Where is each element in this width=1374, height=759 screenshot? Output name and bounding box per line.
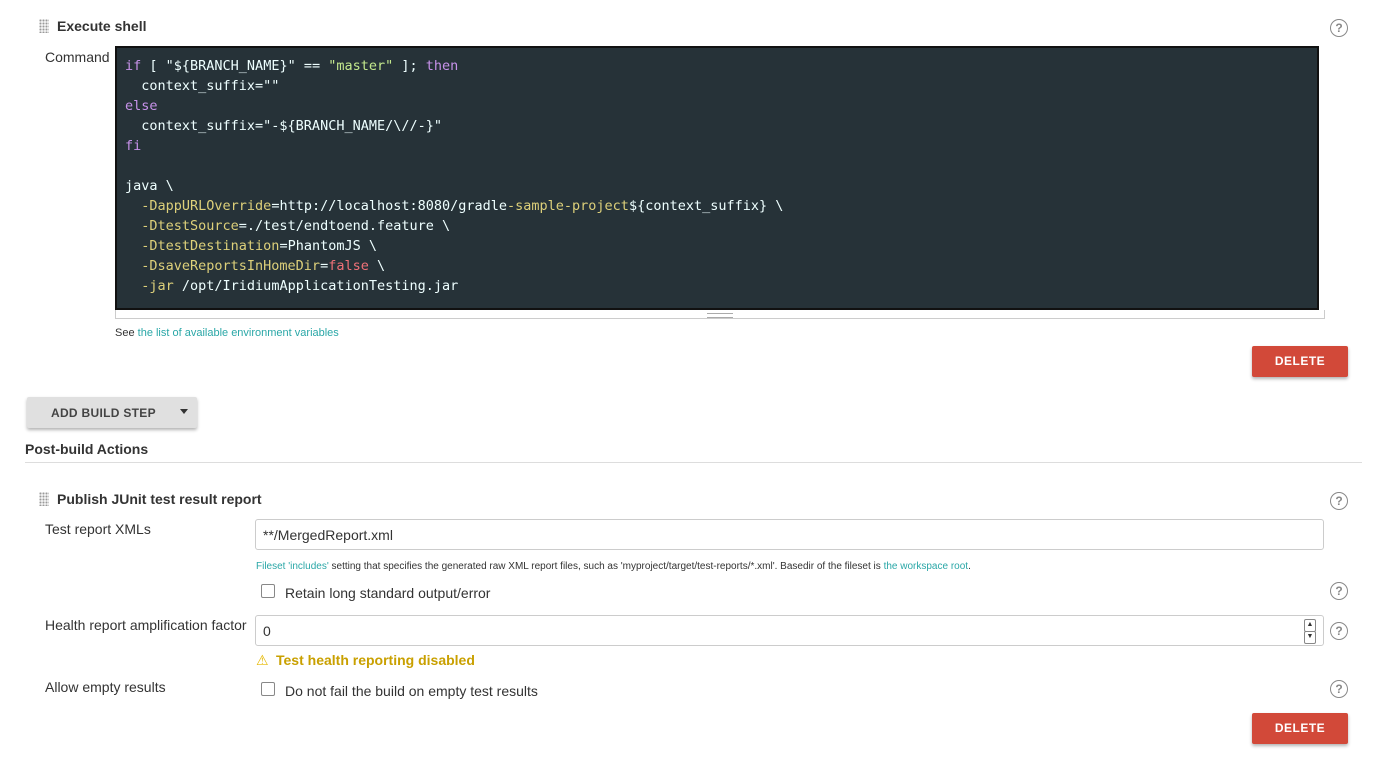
- allow-empty-cb-label: Do not fail the build on empty test resu…: [285, 683, 538, 699]
- code-token: "master": [328, 58, 394, 74]
- hint-end: .: [968, 561, 971, 572]
- code-line: fi: [117, 136, 1317, 156]
- code-token: ];: [393, 58, 426, 74]
- warning-icon: ⚠: [256, 652, 269, 668]
- code-token: ==: [295, 58, 329, 74]
- code-token: java \: [125, 178, 174, 194]
- divider: [25, 462, 1362, 463]
- allow-empty-label: Allow empty results: [45, 679, 166, 695]
- code-token: -DtestSource: [125, 218, 239, 234]
- code-line: context_suffix="-${BRANCH_NAME/\//-}": [117, 116, 1317, 136]
- code-token: [: [141, 58, 166, 74]
- code-line: context_suffix="": [117, 76, 1317, 96]
- test-report-xmls-input[interactable]: **/MergedReport.xml: [255, 519, 1324, 550]
- code-token: -DsaveReportsInHomeDir: [125, 258, 321, 274]
- health-warning: Test health reporting disabled: [276, 652, 475, 668]
- code-token: false: [328, 258, 369, 274]
- drag-handle-icon[interactable]: [39, 19, 49, 33]
- help-icon[interactable]: ?: [1330, 582, 1348, 600]
- test-report-xmls-label: Test report XMLs: [45, 521, 151, 537]
- execute-shell-title: Execute shell: [57, 18, 147, 34]
- delete-shell-step-button[interactable]: DELETE: [1252, 346, 1348, 377]
- code-line: -DtestDestination=PhantomJS \: [117, 236, 1317, 256]
- code-line: -jar /opt/IridiumApplicationTesting.jar: [117, 276, 1317, 296]
- code-token: "${BRANCH_NAME}": [165, 58, 296, 74]
- command-label: Command: [45, 49, 110, 65]
- editor-resize-handle[interactable]: [115, 310, 1325, 319]
- code-token: /opt/IridiumApplicationTesting.jar: [173, 278, 459, 294]
- drag-handle-icon[interactable]: [39, 492, 49, 506]
- code-line: java \: [117, 176, 1317, 196]
- code-line: -DtestSource=./test/endtoend.feature \: [117, 216, 1317, 236]
- code-token: =: [320, 258, 329, 274]
- code-token: fi: [125, 138, 142, 154]
- code-token: =PhantomJS \: [279, 238, 377, 254]
- health-factor-input[interactable]: 0: [255, 615, 1324, 646]
- fileset-hint: Fileset 'includes' setting that specifie…: [256, 561, 971, 572]
- help-icon[interactable]: ?: [1330, 680, 1348, 698]
- help-icon[interactable]: ?: [1330, 492, 1348, 510]
- code-token: context_suffix="": [125, 78, 280, 94]
- delete-junit-button[interactable]: DELETE: [1252, 713, 1348, 744]
- code-line: else: [117, 96, 1317, 116]
- code-token: if: [125, 58, 142, 74]
- spinner-down-icon[interactable]: ▼: [1304, 631, 1316, 644]
- code-line: if [ "${BRANCH_NAME}" == "master" ]; the…: [117, 56, 1317, 76]
- see-prefix: See: [115, 327, 135, 339]
- command-editor[interactable]: if [ "${BRANCH_NAME}" == "master" ]; the…: [115, 46, 1319, 310]
- code-token: -DappURLOverride: [125, 198, 272, 214]
- fileset-includes-link[interactable]: Fileset 'includes': [256, 561, 329, 572]
- health-factor-label: Health report amplification factor: [45, 617, 247, 633]
- code-token: then: [425, 58, 459, 74]
- junit-title: Publish JUnit test result report: [57, 491, 262, 507]
- code-token: ${context_suffix} \: [628, 198, 784, 214]
- code-token: =http://localhost:8080/gradle: [271, 198, 508, 214]
- hint-text: setting that specifies the generated raw…: [328, 561, 884, 572]
- workspace-root-link[interactable]: the workspace root: [884, 561, 969, 572]
- retain-output-checkbox[interactable]: [261, 584, 275, 598]
- code-token: else: [125, 98, 158, 114]
- caret-down-icon: [180, 409, 188, 414]
- code-token: context_suffix="-${BRANCH_NAME/\//-}": [125, 118, 442, 134]
- help-icon[interactable]: ?: [1330, 622, 1348, 640]
- code-token: -sample-project: [507, 198, 629, 214]
- post-build-title: Post-build Actions: [25, 441, 149, 457]
- env-vars-link[interactable]: the list of available environment variab…: [138, 327, 339, 339]
- code-token: \: [368, 258, 386, 274]
- code-line: -DappURLOverride=http://localhost:8080/g…: [117, 196, 1317, 216]
- add-build-step-label: ADD BUILD STEP: [51, 406, 156, 420]
- code-token: -DtestDestination: [125, 238, 280, 254]
- add-build-step-button[interactable]: ADD BUILD STEP: [27, 397, 197, 428]
- code-token: -jar: [125, 278, 174, 294]
- code-token: =./test/endtoend.feature \: [238, 218, 451, 234]
- allow-empty-checkbox[interactable]: [261, 682, 275, 696]
- help-icon[interactable]: ?: [1330, 19, 1348, 37]
- retain-output-label: Retain long standard output/error: [285, 585, 491, 601]
- code-line: -DsaveReportsInHomeDir=false \: [117, 256, 1317, 276]
- env-vars-hint: See the list of available environment va…: [115, 327, 339, 339]
